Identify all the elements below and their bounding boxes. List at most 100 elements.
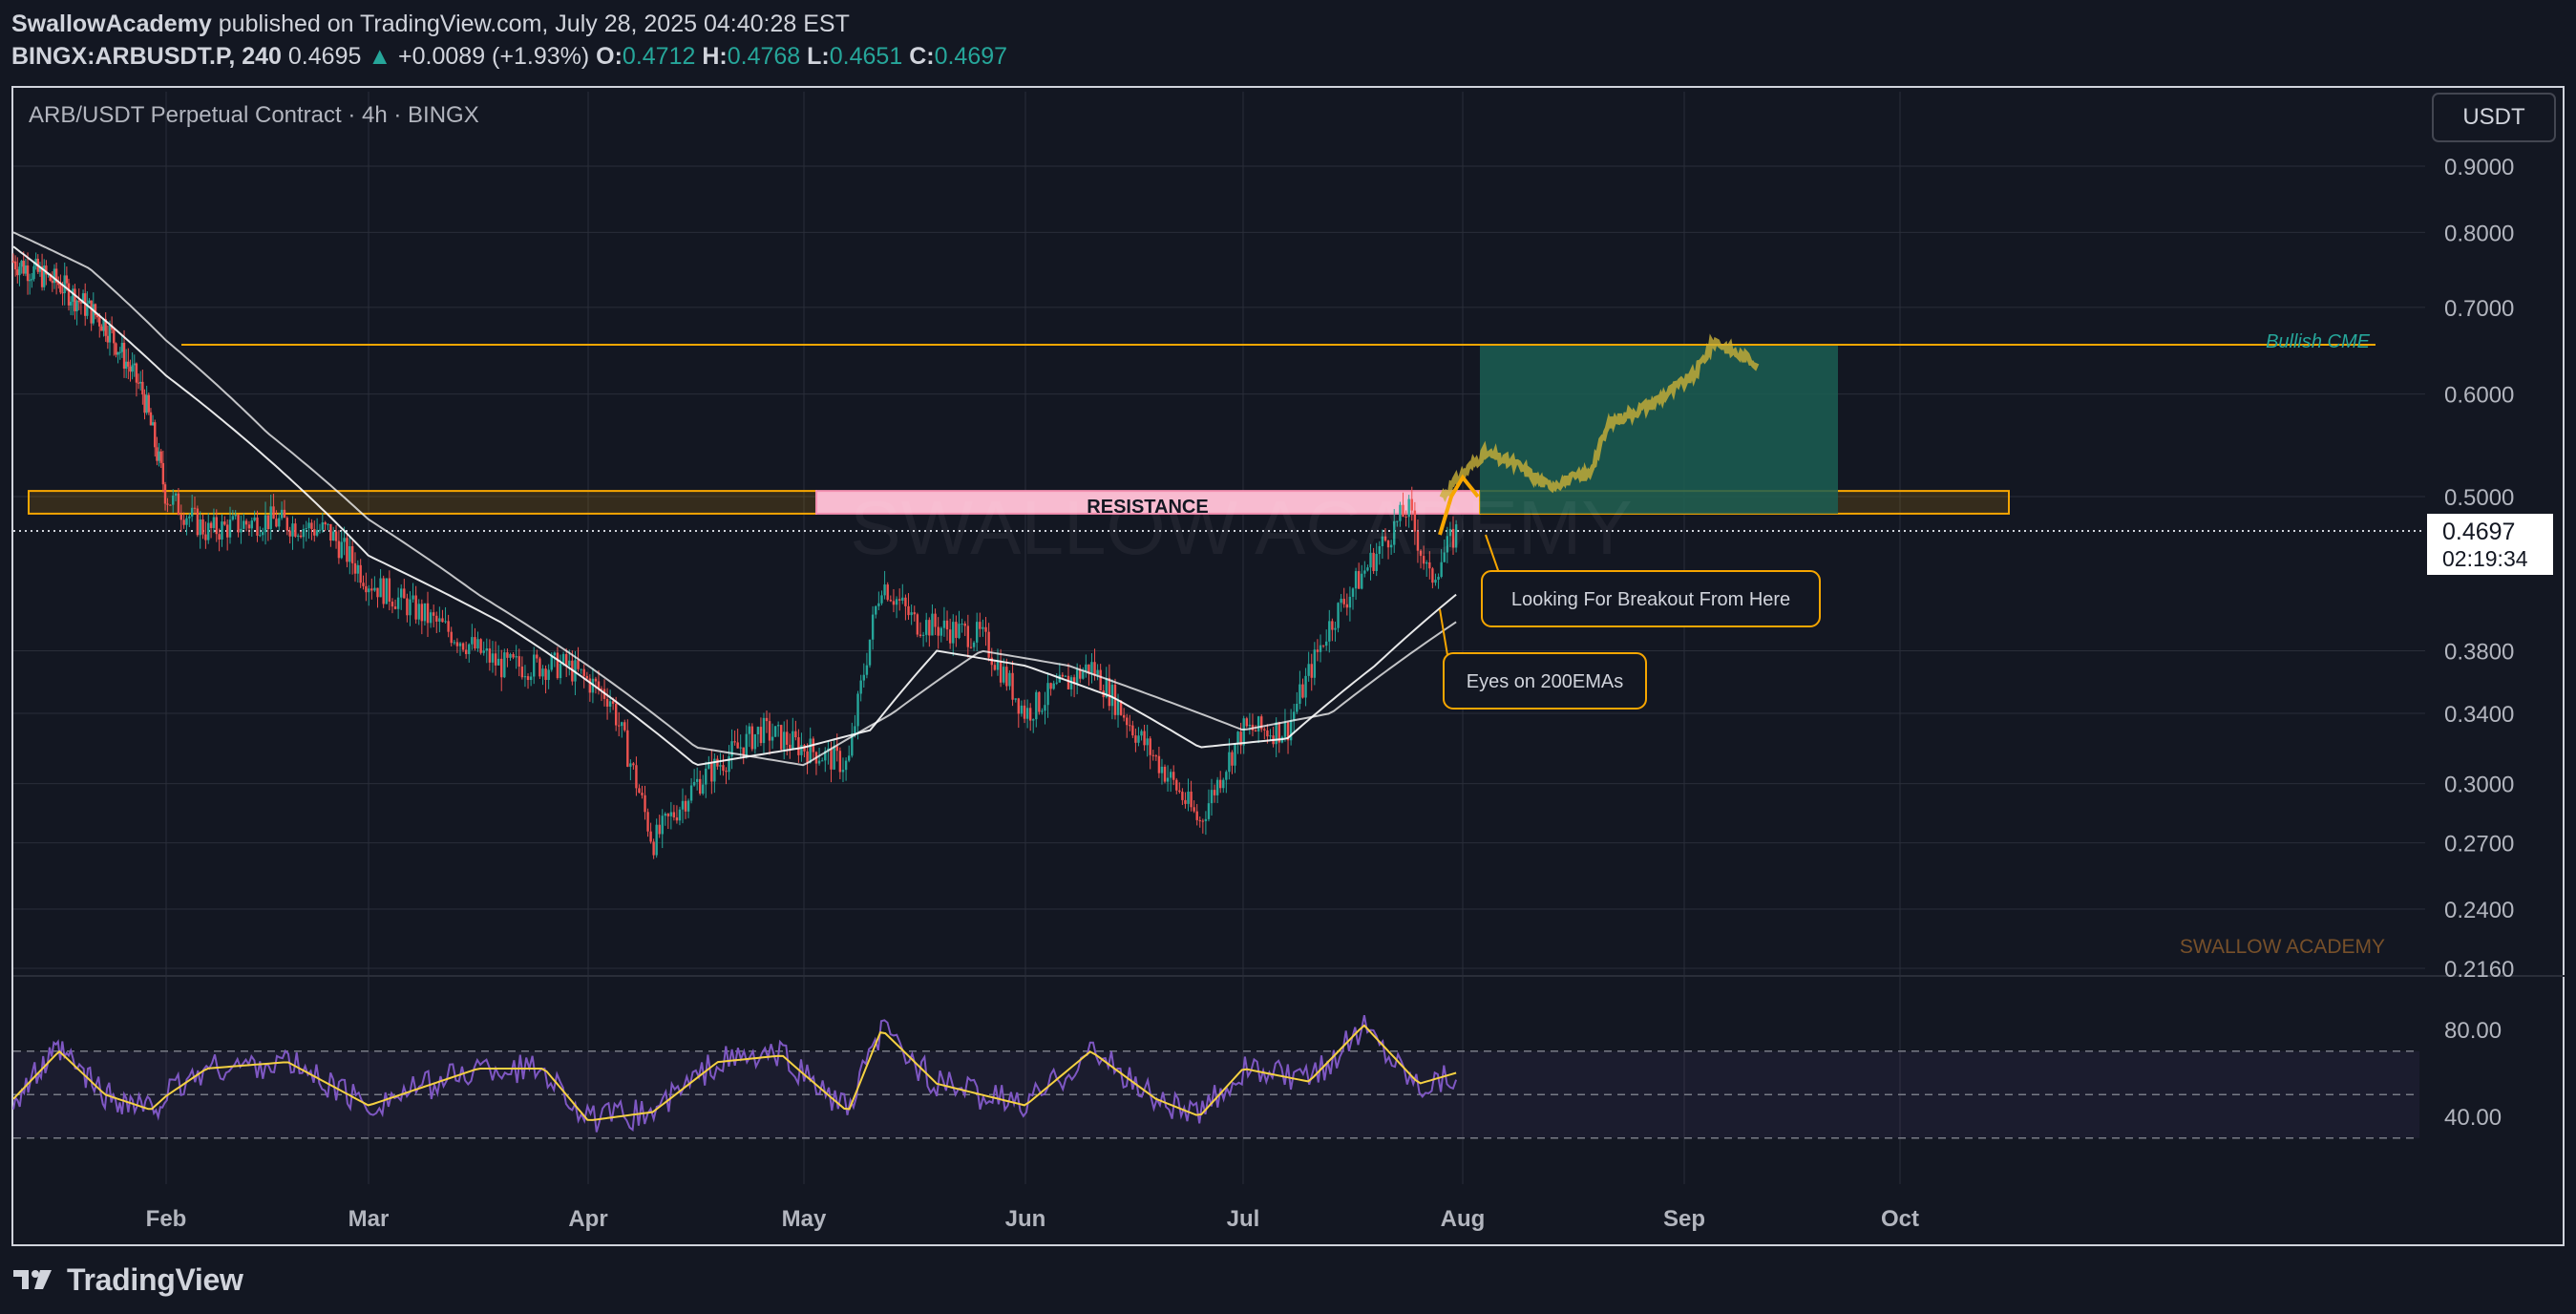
- candle-body: [632, 763, 635, 766]
- countdown-value: 02:19:34: [2442, 546, 2528, 571]
- candle-body: [32, 265, 35, 280]
- candle-body: [1328, 621, 1331, 642]
- candle-body: [753, 733, 757, 750]
- candle-body: [856, 693, 859, 727]
- x-tick-label: Apr: [568, 1206, 607, 1232]
- candle-body: [212, 517, 216, 528]
- candle-body: [177, 493, 180, 516]
- candle-body: [135, 363, 138, 383]
- candle-body: [334, 531, 338, 541]
- candle-body: [1231, 752, 1234, 766]
- watermark: SWALLOW ACADEMY: [850, 485, 1632, 570]
- candle-body: [623, 722, 626, 731]
- candle-body: [526, 676, 530, 681]
- candle-body: [963, 624, 966, 626]
- candle-body: [426, 603, 430, 624]
- candle-body: [841, 770, 845, 773]
- candle-body: [1066, 675, 1070, 689]
- swallow-academy-tag: SWALLOW ACADEMY: [2180, 936, 2385, 958]
- chart-canvas[interactable]: 0.9000 0.8000 0.7000 0.6000 0.5000 0.3800 0.34…: [0, 0, 2576, 1314]
- y-tick-label: 0.3000: [2444, 773, 2514, 798]
- candle-body: [324, 522, 327, 525]
- candle-body: [207, 522, 210, 540]
- candle-body: [942, 620, 946, 628]
- candle-body: [1225, 772, 1228, 780]
- candle-body: [854, 726, 856, 734]
- candle-body: [1166, 777, 1170, 782]
- candle-body: [658, 824, 661, 835]
- candle-body: [621, 722, 623, 727]
- candle-body: [1301, 684, 1304, 698]
- candle-body: [458, 643, 462, 646]
- candle-body: [350, 545, 354, 563]
- x-tick-label: Jul: [1227, 1206, 1260, 1232]
- candle-body: [553, 652, 557, 656]
- candle-body: [218, 534, 221, 540]
- candle-body: [139, 381, 142, 384]
- candle-body: [259, 535, 262, 537]
- candle-body: [474, 637, 476, 649]
- candle-body: [190, 507, 194, 517]
- candle-body: [523, 676, 527, 678]
- candle-body: [1049, 683, 1052, 689]
- ema-text: Eyes on 200EMAs: [1467, 671, 1624, 692]
- candle-body: [1319, 645, 1322, 652]
- candle-body: [745, 733, 748, 756]
- candle-body: [1207, 803, 1211, 819]
- candle-body: [441, 618, 444, 623]
- candle-body: [18, 266, 21, 276]
- candle-body: [904, 597, 907, 606]
- candle-body: [918, 634, 922, 636]
- candle-body: [1108, 678, 1111, 707]
- candle-body: [1263, 729, 1266, 731]
- x-tick-label: Sep: [1663, 1206, 1705, 1232]
- candle-body: [1025, 708, 1029, 719]
- candle-body: [131, 365, 134, 372]
- candle-body: [353, 562, 357, 574]
- candle-body: [1236, 731, 1239, 744]
- candle-body: [313, 529, 316, 536]
- candle-body: [776, 725, 780, 727]
- candle-body: [240, 528, 243, 533]
- candle-body: [1038, 691, 1041, 712]
- candle-body: [310, 522, 313, 530]
- candle-body: [1017, 698, 1021, 714]
- candle-body: [692, 781, 696, 786]
- candle-body: [1126, 717, 1129, 726]
- candle-body: [122, 342, 126, 370]
- candle-body: [329, 523, 332, 541]
- candle-body: [958, 624, 961, 639]
- y-tick-label: 0.2400: [2444, 898, 2514, 923]
- tradingview-brand[interactable]: TradingView: [67, 1262, 243, 1298]
- candle-body: [464, 649, 468, 654]
- candle-body: [406, 598, 409, 616]
- candle-body: [739, 747, 742, 749]
- candle-body: [193, 507, 197, 509]
- candle-body: [1032, 719, 1035, 721]
- rsi-tick-label: 80.00: [2444, 1018, 2502, 1044]
- candle-body: [305, 528, 307, 530]
- candle-body: [488, 648, 492, 663]
- candle-body: [359, 564, 362, 583]
- candle-body: [1163, 766, 1167, 782]
- candle-body: [678, 809, 682, 821]
- candle-body: [768, 721, 771, 741]
- candle-body: [1028, 708, 1032, 721]
- candle-body: [98, 317, 101, 327]
- candle-body: [786, 731, 789, 745]
- candle-body: [253, 517, 256, 521]
- candle-body: [370, 588, 373, 591]
- candle-body: [1357, 571, 1361, 589]
- candle-body: [1351, 588, 1355, 597]
- y-tick-label: 0.3400: [2444, 702, 2514, 728]
- labels: ARB/USDT Perpetual Contract · 4h · BINGX…: [29, 93, 2556, 958]
- candle-body: [771, 736, 774, 741]
- candle-body: [321, 522, 325, 530]
- candle-body: [1307, 664, 1310, 676]
- candle-body: [1075, 669, 1079, 685]
- candle-body: [26, 265, 30, 282]
- candle-body: [307, 522, 310, 529]
- candle-body: [550, 655, 553, 670]
- candle-body: [556, 652, 560, 679]
- currency-button[interactable]: USDT: [2432, 93, 2556, 142]
